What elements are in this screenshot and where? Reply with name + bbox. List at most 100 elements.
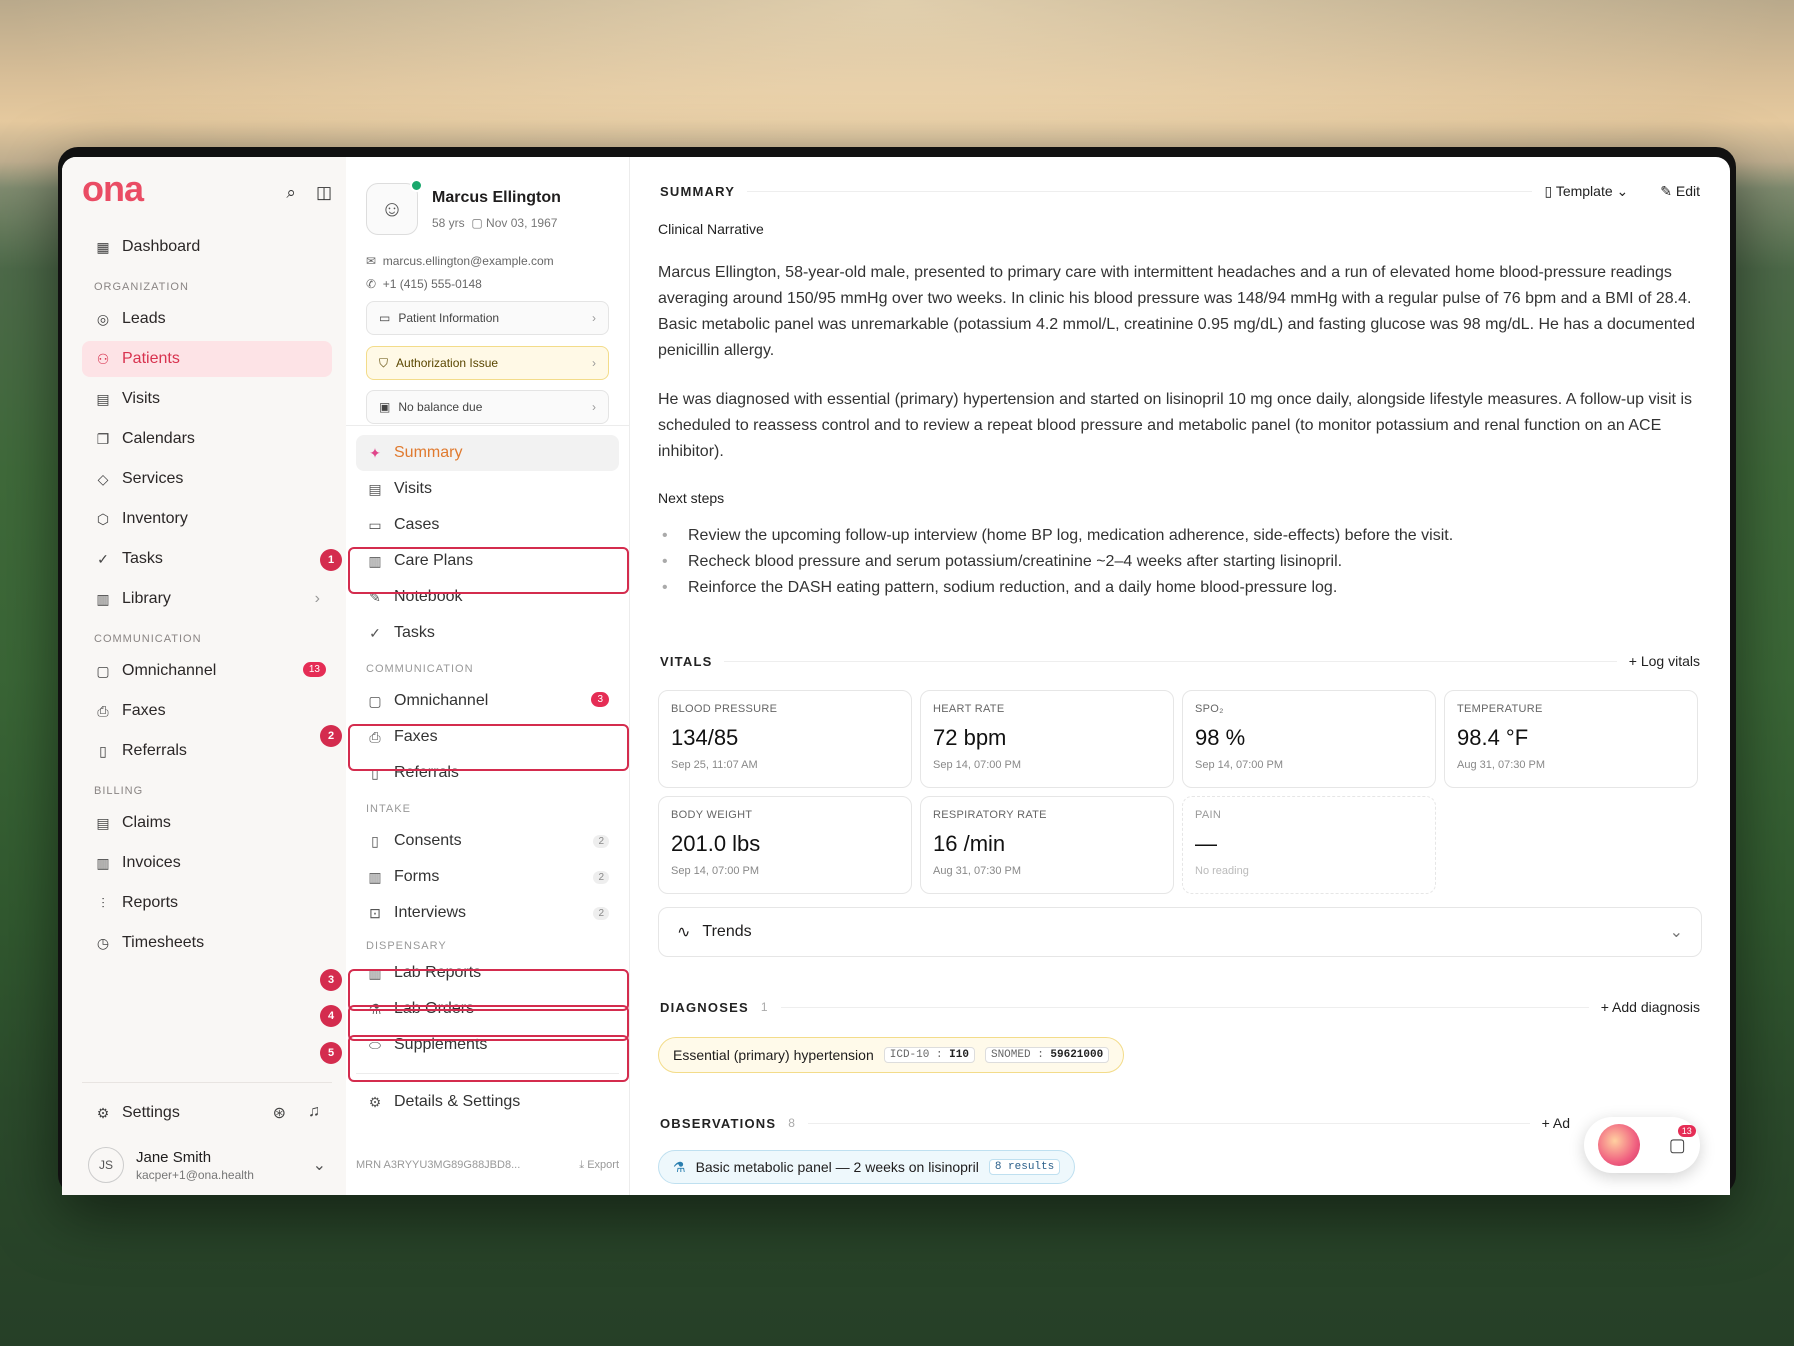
online-status-dot — [410, 179, 423, 192]
chat-icon[interactable]: ▢ 13 — [1669, 1124, 1696, 1156]
template-dropdown[interactable]: ▯ Template ⌄ — [1544, 183, 1628, 200]
tab-label: Interviews — [394, 904, 467, 921]
receipt-icon: ▤ — [96, 814, 110, 831]
nav-invoices[interactable]: ▥ Invoices — [82, 845, 332, 881]
user-menu[interactable]: JS Jane Smith kacper+1@ona.health ⌄ — [82, 1147, 332, 1183]
search-icon[interactable]: ⌕ — [286, 183, 296, 203]
nav-services[interactable]: ◇ Services — [82, 461, 332, 497]
user-name: Jane Smith — [136, 1148, 212, 1166]
help-icon[interactable]: ⊛ — [273, 1103, 286, 1123]
patient-meta: 58 yrs ▢ Nov 03, 1967 — [432, 216, 557, 230]
vital-time: Sep 14, 07:00 PM — [933, 759, 1022, 771]
tag-icon: ◇ — [97, 470, 109, 487]
authorization-issue-button[interactable]: ⛉ Authorization Issue › — [366, 346, 609, 380]
export-button[interactable]: ⤓ Export — [579, 1159, 619, 1172]
chart-icon: ⫶ — [101, 894, 105, 911]
observation-chip[interactable]: ⚗ Basic metabolic panel — 2 weeks on lisi… — [658, 1150, 1076, 1184]
section-title: OBSERVATIONS — [660, 1115, 777, 1131]
tab-forms[interactable]: ▥ Forms 2 — [356, 859, 619, 895]
tab-visits[interactable]: ▤ Visits — [356, 471, 619, 507]
patient-panel: ☺ Marcus Ellington 58 yrs ▢ Nov 03, 1967… — [346, 157, 630, 1195]
target-icon: ◎ — [96, 310, 110, 327]
user-email: kacper+1@ona.health — [136, 1167, 254, 1182]
nav-faxes[interactable]: ⎙ Faxes — [82, 693, 332, 729]
marker-4: 4 — [320, 1005, 342, 1027]
bell-icon[interactable]: ♫ — [308, 1103, 320, 1123]
assistant-fab[interactable]: ▢ 13 — [1584, 1117, 1700, 1173]
nav-calendars[interactable]: ❐ Calendars — [82, 421, 332, 457]
vital-card-respiratory-rate[interactable]: RESPIRATORY RATE 16 /min Aug 31, 07:30 PM — [920, 796, 1174, 894]
patient-card: ☺ Marcus Ellington 58 yrs ▢ Nov 03, 1967… — [356, 171, 619, 424]
marker-5: 5 — [320, 1042, 342, 1064]
edit-label: Edit — [1675, 183, 1700, 199]
nav-omnichannel[interactable]: ▢ Omnichannel 13 — [82, 653, 332, 689]
nav-reports[interactable]: ⫶ Reports — [82, 885, 332, 921]
observations-count: 8 — [788, 1116, 797, 1130]
nav-label: Services — [122, 470, 184, 487]
marker-1: 1 — [320, 549, 342, 571]
phone-icon: ✆ — [366, 277, 377, 291]
tab-details-settings[interactable]: ⚙ Details & Settings — [356, 1084, 619, 1120]
trends-accordion[interactable]: ∿ Trends ⌄ — [658, 907, 1702, 957]
calendar-icon: ▤ — [96, 390, 110, 407]
next-steps-label: Next steps — [658, 490, 725, 506]
diagnosis-chip[interactable]: Essential (primary) hypertension ICD-10 :… — [658, 1037, 1125, 1073]
nav-referrals[interactable]: ▯ Referrals — [82, 733, 332, 769]
add-diagnosis-label: Add diagnosis — [1612, 999, 1700, 1015]
nav-tasks[interactable]: ✓ Tasks — [82, 541, 332, 577]
nav-label: Leads — [122, 310, 166, 327]
calendar-icon: ▤ — [368, 480, 382, 497]
nav-label: Visits — [122, 390, 160, 407]
marker-3: 3 — [320, 969, 342, 991]
nav-library[interactable]: ▥ Library › — [82, 581, 332, 617]
check-circle-icon: ✓ — [369, 624, 381, 641]
divider — [346, 425, 629, 426]
section-dispensary: DISPENSARY — [366, 940, 447, 952]
patient-information-button[interactable]: ▭ Patient Information › — [366, 301, 609, 335]
nav-inventory[interactable]: ⬡ Inventory — [82, 501, 332, 537]
nav-timesheets[interactable]: ◷ Timesheets — [82, 925, 332, 961]
vital-card-spo2[interactable]: SPO₂ 98 % Sep 14, 07:00 PM — [1182, 690, 1436, 788]
tab-summary[interactable]: ✦ Summary — [356, 435, 619, 471]
wallet-icon: ▣ — [379, 400, 391, 414]
log-vitals-button[interactable]: + Log vitals — [1629, 653, 1700, 669]
vital-card-body-weight[interactable]: BODY WEIGHT 201.0 lbs Sep 14, 07:00 PM — [658, 796, 912, 894]
code-value: 59621000 — [1050, 1049, 1104, 1061]
nav-patients[interactable]: ⚇ Patients — [82, 341, 332, 377]
vital-card-pain[interactable]: PAIN — No reading — [1182, 796, 1436, 894]
tab-consents[interactable]: ▯ Consents 2 — [356, 823, 619, 859]
highlight-faxes — [348, 724, 629, 771]
tab-label: Visits — [394, 480, 432, 497]
sidebar-toggle-icon[interactable]: ◫ — [316, 183, 332, 203]
nav-label: Patients — [122, 350, 180, 367]
narrative-paragraph-1: Marcus Ellington, 58-year-old male, pres… — [658, 264, 1695, 359]
vital-value: 16 /min — [933, 831, 1006, 856]
tab-omnichannel[interactable]: ▢ Omnichannel 3 — [356, 683, 619, 719]
calendars-icon: ❐ — [96, 430, 110, 447]
vital-card-blood-pressure[interactable]: BLOOD PRESSURE 134/85 Sep 25, 11:07 AM — [658, 690, 912, 788]
nav-leads[interactable]: ◎ Leads — [82, 301, 332, 337]
vital-time: Aug 31, 07:30 PM — [933, 865, 1022, 877]
nav-dashboard[interactable]: ▦ Dashboard — [82, 229, 332, 265]
balance-button[interactable]: ▣ No balance due › — [366, 390, 609, 424]
tab-label: Cases — [394, 516, 440, 533]
nav-claims[interactable]: ▤ Claims — [82, 805, 332, 841]
flask-icon: ⚗ — [673, 1158, 686, 1175]
vital-label: TEMPERATURE — [1457, 703, 1543, 715]
code-value: I10 — [949, 1049, 969, 1061]
library-icon: ▥ — [96, 590, 110, 607]
tab-cases[interactable]: ▭ Cases — [356, 507, 619, 543]
add-observation-button[interactable]: + Ad — [1542, 1115, 1570, 1131]
tab-label: Summary — [394, 444, 463, 461]
nav-visits[interactable]: ▤ Visits — [82, 381, 332, 417]
vital-card-heart-rate[interactable]: HEART RATE 72 bpm Sep 14, 07:00 PM — [920, 690, 1174, 788]
export-label: Export — [587, 1159, 619, 1171]
tab-tasks[interactable]: ✓ Tasks — [356, 615, 619, 651]
nav-settings[interactable]: ⚙ Settings ⊛ ♫ — [82, 1095, 332, 1131]
add-diagnosis-button[interactable]: + Add diagnosis — [1601, 999, 1700, 1015]
observations-header: OBSERVATIONS 8 + Ad — [660, 1115, 1570, 1131]
tab-interviews[interactable]: ⊡ Interviews 2 — [356, 895, 619, 931]
vital-card-temperature[interactable]: TEMPERATURE 98.4 °F Aug 31, 07:30 PM — [1444, 690, 1698, 788]
edit-button[interactable]: ✎ Edit — [1660, 183, 1700, 200]
assistant-orb-icon[interactable] — [1598, 1124, 1641, 1166]
